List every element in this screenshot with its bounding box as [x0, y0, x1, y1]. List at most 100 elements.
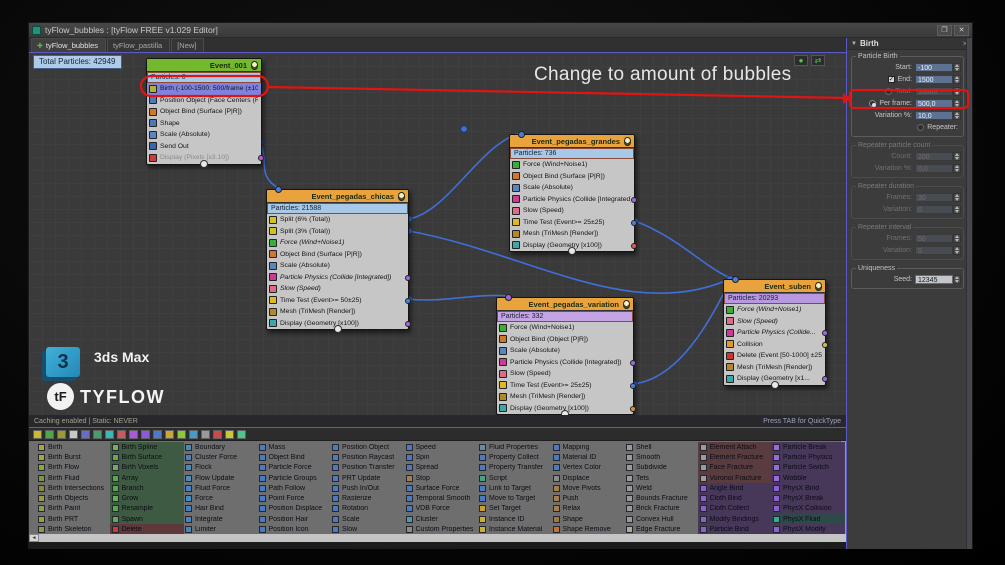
node-operator[interactable]: Object Bind (Object [P|R]) [497, 334, 633, 346]
depot-item[interactable]: Birth Spline [109, 442, 184, 453]
event-node-event_pegadas_variation[interactable]: Event_pegadas_variation Particles: 332 For… [496, 294, 636, 415]
depot-toolbar-icon[interactable] [69, 429, 78, 439]
depot-item[interactable]: Speed [404, 442, 478, 452]
event-node-event_pegadas_grandes[interactable]: Event_pegadas_grandes Particles: 736 Force… [509, 131, 637, 255]
node-operator[interactable]: Particle Physics (Collide [Integrated]) [497, 357, 636, 369]
depot-item[interactable]: Flock [183, 463, 257, 473]
depot-item[interactable]: Custom Properties [404, 524, 478, 534]
depot-item[interactable]: Instance ID [477, 514, 551, 524]
depot-item[interactable]: Wobble [771, 472, 845, 484]
node-operator[interactable]: Object Bind (Surface [P|R]) [147, 106, 261, 118]
depot-toolbar-icon[interactable] [33, 429, 42, 439]
depot-item[interactable]: Birth Surface [109, 452, 184, 463]
node-operator[interactable]: Time Test (Event>= 25±25) [497, 380, 636, 392]
depot-toolbar-icon[interactable] [153, 429, 162, 439]
depot-item[interactable]: Position Displace [257, 504, 331, 514]
spinner-down-icon[interactable] [955, 198, 959, 201]
radio-button[interactable] [885, 88, 893, 95]
node-output-socket[interactable] [333, 325, 342, 333]
depot-item[interactable]: Edge Fracture [624, 524, 698, 534]
depot-item[interactable]: Grow [109, 493, 184, 504]
node-operator[interactable]: Mesh (TriMesh [Render]) [510, 228, 634, 240]
depot-item[interactable]: Position Icon [257, 524, 331, 534]
spinner-down-icon[interactable] [955, 68, 959, 71]
node-operator[interactable]: Mesh (TriMesh [Render]) [724, 362, 825, 374]
node-operator[interactable]: Time Test (Event>= 25±25) [510, 217, 637, 229]
spinner-up-icon[interactable] [955, 165, 959, 168]
node-operator[interactable]: Force (Wind+Noise1) [267, 237, 408, 249]
scroll-left-arrow[interactable]: ◄ [29, 534, 39, 542]
spinner-up-icon[interactable] [955, 276, 959, 279]
lightbulb-icon[interactable] [624, 136, 631, 146]
depot-item[interactable]: Birth Objects [36, 493, 110, 503]
depot-item[interactable]: Stop [404, 473, 478, 483]
depot-item[interactable]: Position Hair [257, 514, 331, 524]
depot-item[interactable]: Particle Bind [697, 524, 772, 534]
depot-toolbar-icon[interactable] [165, 429, 174, 439]
depot-item[interactable]: PhysX Break [771, 493, 845, 504]
operator-output-dot[interactable] [405, 320, 411, 327]
depot-item[interactable]: Flow Update [183, 473, 257, 483]
operator-output-dot[interactable] [258, 155, 264, 161]
depot-item[interactable]: Cloth Bind [697, 493, 772, 504]
spinner[interactable] [953, 164, 961, 173]
depot-item[interactable]: Birth Intersections [36, 483, 110, 493]
tab--new-[interactable]: [New] [171, 38, 205, 52]
canvas-option-button[interactable]: ● [794, 55, 808, 66]
node-header[interactable]: Event_pegadas_grandes [510, 135, 634, 148]
depot-item[interactable]: PRT Update [330, 473, 404, 483]
param-field[interactable]: 0 [915, 205, 953, 214]
depot-item[interactable]: Mapping [551, 442, 625, 452]
depot-item[interactable]: Move to Target [477, 493, 551, 503]
depot-toolbar-icon[interactable] [213, 429, 222, 439]
node-output-socket[interactable] [568, 247, 576, 255]
canvas-refresh-button[interactable]: ⇄ [811, 55, 825, 66]
node-header[interactable]: Event_suben [724, 280, 825, 293]
birth-rollout-header[interactable]: ▼ Birth ✕ [847, 38, 972, 50]
depot-item[interactable]: Birth Burst [36, 452, 110, 462]
spinner[interactable] [953, 111, 961, 120]
spinner-up-icon[interactable] [955, 112, 959, 115]
node-operator[interactable]: Object Bind (Surface [P|R]) [510, 171, 634, 183]
depot-item[interactable]: Element Attach [697, 442, 772, 453]
maximize-button[interactable]: ❐ [937, 24, 952, 36]
depot-item[interactable]: Spawn [109, 514, 184, 525]
operator-output-dot[interactable] [630, 405, 636, 412]
operator-output-dot[interactable] [631, 196, 637, 203]
close-button[interactable]: ✕ [954, 24, 969, 36]
depot-item[interactable]: Relax [551, 504, 625, 514]
depot-item[interactable]: Array [109, 472, 184, 484]
depot-item[interactable]: Spin [404, 452, 478, 462]
spinner-down-icon[interactable] [955, 104, 959, 107]
depot-item[interactable]: Convex Hull [624, 514, 698, 524]
depot-item[interactable]: Path Follow [257, 483, 331, 493]
node-operator[interactable]: Delete (Event [50-1000] ±25) [724, 350, 825, 362]
spinner[interactable] [953, 205, 961, 214]
depot-item[interactable]: Resample [109, 503, 184, 515]
depot-item[interactable]: Link to Target [477, 483, 551, 493]
depot-item[interactable]: PhysX Collision [771, 503, 845, 515]
depot-item[interactable]: Brick Fracture [624, 504, 698, 514]
depot-item[interactable]: Branch [109, 483, 184, 494]
spinner[interactable] [953, 193, 961, 202]
title-bar[interactable]: tyFlow_bubbles : [tyFlow FREE v1.029 Edi… [29, 23, 972, 38]
depot-item[interactable]: Tets [624, 473, 698, 483]
depot-item[interactable]: Particle Break [771, 442, 845, 453]
depot-item[interactable]: Cluster [404, 514, 478, 524]
depot-item[interactable]: Hair Bind [183, 504, 257, 514]
depot-item[interactable]: Fluid Properties [477, 442, 551, 452]
node-operator[interactable]: Shape [147, 118, 261, 130]
depot-item[interactable]: Delete [109, 524, 184, 534]
node-input-socket[interactable] [518, 131, 525, 138]
spinner[interactable] [953, 275, 961, 284]
depot-toolbar-icon[interactable] [237, 429, 246, 439]
depot-item[interactable]: Birth Flow [36, 463, 110, 473]
param-field[interactable]: 500,0 [915, 99, 953, 108]
depot-item[interactable]: Scale [330, 514, 404, 524]
spinner-down-icon[interactable] [955, 280, 959, 283]
depot-item[interactable]: Angle Bind [697, 483, 772, 494]
node-operator[interactable]: Particle Physics (Collide [Integrated]) [510, 194, 637, 206]
spinner[interactable] [953, 63, 961, 72]
lightbulb-icon[interactable] [398, 191, 405, 201]
node-operator[interactable]: Birth (-100-1500: 500/frame (±10)) [147, 83, 261, 95]
